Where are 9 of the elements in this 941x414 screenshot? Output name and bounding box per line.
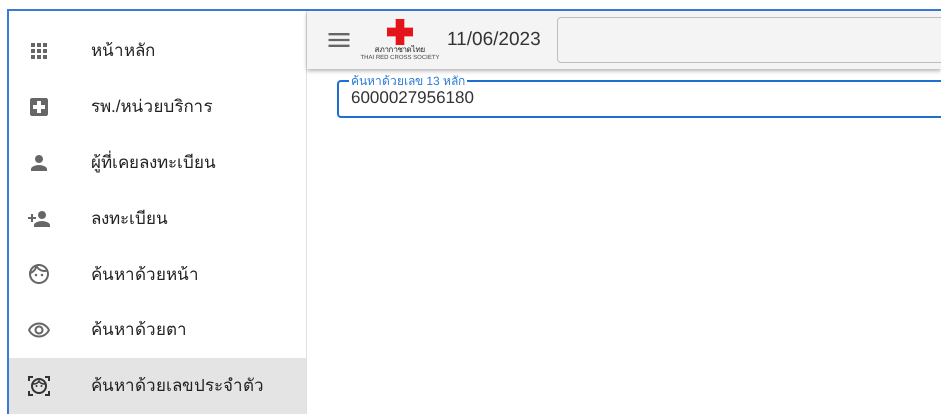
cross-logo-icon: [387, 18, 413, 44]
face-scan-icon: [27, 374, 51, 398]
field-value: 6000027956180: [350, 88, 475, 108]
date-text: 11/06/2023: [447, 28, 541, 52]
field-label: ค้นหาด้วยเลข 13 หลัก: [350, 74, 466, 88]
logo-name: สภากาชาดไทย: [374, 44, 426, 54]
id-search-field[interactable]: ค้นหาด้วยเลข 13 หลัก 6000027956180: [337, 74, 941, 118]
face-icon: [27, 262, 51, 286]
sidebar-item[interactable]: ค้นหาด้วยเลขประจำตัว: [9, 358, 306, 414]
